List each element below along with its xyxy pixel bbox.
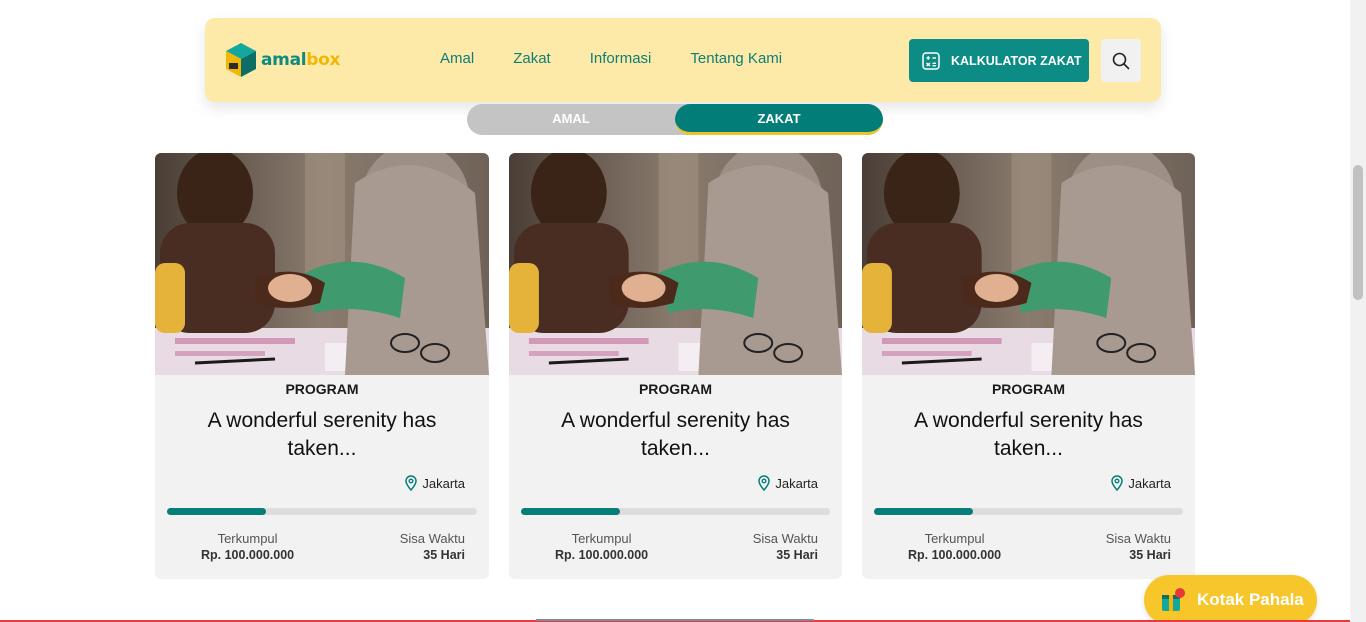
logo-word-amal: amal bbox=[261, 50, 307, 70]
location-pin-icon bbox=[405, 475, 418, 491]
collected-label: Terkumpul bbox=[571, 531, 632, 546]
program-location-label: Jakarta bbox=[775, 475, 818, 491]
collected-value: Rp. 100.000.000 bbox=[201, 548, 295, 562]
program-location: Jakarta bbox=[405, 475, 465, 491]
program-progress-fill bbox=[167, 508, 267, 515]
program-card[interactable]: PROGRAM A wonderful serenity has taken..… bbox=[155, 153, 489, 579]
program-image bbox=[862, 153, 1195, 375]
remaining-time-stat: Sisa Waktu 35 Hari bbox=[1106, 531, 1171, 562]
program-progress-bar bbox=[167, 508, 477, 515]
program-title[interactable]: A wonderful serenity has taken... bbox=[882, 407, 1175, 463]
kalkulator-zakat-button[interactable]: KALKULATOR ZAKAT bbox=[909, 39, 1089, 82]
program-category: PROGRAM bbox=[991, 381, 1066, 397]
collected-value: Rp. 100.000.000 bbox=[908, 548, 1002, 562]
program-progress-fill bbox=[874, 508, 973, 515]
remaining-time-value: 35 Hari bbox=[1129, 548, 1171, 562]
program-card[interactable]: PROGRAM A wonderful serenity has taken..… bbox=[509, 153, 842, 579]
kalkulator-zakat-label: KALKULATOR ZAKAT bbox=[951, 53, 1082, 68]
program-progress-bar bbox=[521, 508, 830, 515]
program-location-label: Jakarta bbox=[1128, 475, 1171, 491]
logo-wordmark: amalbox bbox=[261, 50, 341, 70]
location-pin-icon bbox=[1111, 475, 1124, 491]
program-type-toggle: AMAL ZAKAT bbox=[467, 104, 883, 135]
logo-word-box: box bbox=[306, 50, 341, 70]
nav-link-zakat[interactable]: Zakat bbox=[513, 50, 551, 67]
search-button[interactable] bbox=[1101, 39, 1141, 82]
remaining-time-stat: Sisa Waktu 35 Hari bbox=[753, 531, 818, 562]
nav-link-amal[interactable]: Amal bbox=[440, 50, 474, 67]
collected-stat: Terkumpul Rp. 100.000.000 bbox=[201, 531, 294, 562]
logo-cube-icon bbox=[226, 43, 256, 77]
collected-stat: Terkumpul Rp. 100.000.000 bbox=[555, 531, 648, 562]
footer-edge-bar bbox=[536, 619, 814, 621]
program-title[interactable]: A wonderful serenity has taken... bbox=[175, 407, 469, 463]
collected-value: Rp. 100.000.000 bbox=[555, 548, 649, 562]
remaining-time-label: Sisa Waktu bbox=[399, 531, 465, 546]
navbar: amalbox Amal Zakat Informasi Tentang Kam… bbox=[205, 18, 1161, 102]
scrollbar-track[interactable] bbox=[1350, 0, 1366, 622]
program-location-label: Jakarta bbox=[422, 475, 465, 491]
tab-amal[interactable]: AMAL bbox=[467, 104, 675, 133]
program-progress-bar bbox=[874, 508, 1183, 515]
calculator-icon bbox=[922, 51, 940, 70]
remaining-time-label: Sisa Waktu bbox=[752, 531, 818, 546]
program-image bbox=[509, 153, 842, 375]
search-icon bbox=[1112, 52, 1130, 69]
kotak-pahala-label: Kotak Pahala bbox=[1197, 590, 1304, 609]
program-category: PROGRAM bbox=[638, 381, 713, 397]
page: amalbox Amal Zakat Informasi Tentang Kam… bbox=[0, 0, 1366, 622]
program-title[interactable]: A wonderful serenity has taken... bbox=[529, 407, 822, 463]
remaining-time-value: 35 Hari bbox=[776, 548, 818, 562]
remaining-time-label: Sisa Waktu bbox=[1105, 531, 1171, 546]
program-location: Jakarta bbox=[1111, 475, 1171, 491]
kotak-pahala-button[interactable]: Kotak Pahala bbox=[1144, 575, 1317, 622]
logo[interactable]: amalbox bbox=[225, 42, 341, 78]
nav-link-informasi[interactable]: Informasi bbox=[590, 50, 652, 67]
location-pin-icon bbox=[758, 475, 771, 491]
program-card[interactable]: PROGRAM A wonderful serenity has taken..… bbox=[862, 153, 1195, 579]
collected-stat: Terkumpul Rp. 100.000.000 bbox=[908, 531, 1001, 562]
program-location: Jakarta bbox=[758, 475, 818, 491]
collected-label: Terkumpul bbox=[924, 531, 985, 546]
gift-box-icon bbox=[1162, 588, 1185, 611]
tab-zakat[interactable]: ZAKAT bbox=[675, 104, 883, 135]
program-category: PROGRAM bbox=[285, 381, 359, 397]
nav-links: Amal Zakat Informasi Tentang Kami bbox=[440, 50, 782, 67]
nav-link-tentang-kami[interactable]: Tentang Kami bbox=[690, 50, 782, 67]
program-progress-fill bbox=[521, 508, 620, 515]
program-image bbox=[155, 153, 489, 375]
scrollbar-thumb[interactable] bbox=[1353, 165, 1363, 300]
collected-label: Terkumpul bbox=[217, 531, 278, 546]
remaining-time-value: 35 Hari bbox=[423, 548, 465, 562]
remaining-time-stat: Sisa Waktu 35 Hari bbox=[400, 531, 465, 562]
